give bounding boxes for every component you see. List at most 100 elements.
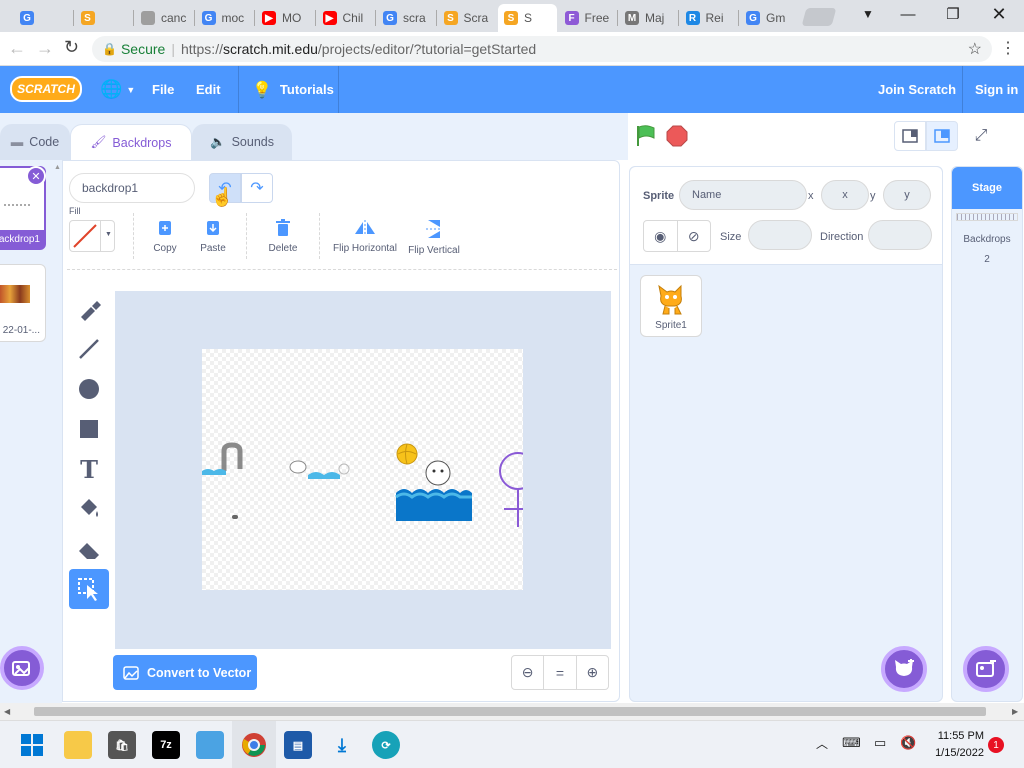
reload-icon[interactable]: ↻: [64, 37, 79, 58]
clock-date[interactable]: 1/15/2022: [926, 747, 984, 759]
size-input[interactable]: [748, 220, 812, 250]
browser-tab[interactable]: G Gm: [740, 4, 799, 32]
control-panel-icon[interactable]: [196, 731, 224, 759]
zoom-in-icon[interactable]: ⊕: [577, 656, 608, 689]
eraser-tool-icon[interactable]: [69, 529, 109, 569]
minimize-button[interactable]: —: [885, 0, 931, 28]
edit-menu[interactable]: Edit: [196, 66, 221, 113]
line-tool-icon[interactable]: [69, 329, 109, 369]
scroll-right-icon[interactable]: ▶: [1012, 707, 1018, 716]
delete-backdrop-icon[interactable]: ✕: [26, 166, 46, 186]
paint-canvas[interactable]: [202, 349, 523, 590]
backdrop-item-2[interactable]: 22-01-...: [0, 264, 46, 342]
browser-tab[interactable]: M Maj: [619, 4, 678, 32]
brush-tool-icon[interactable]: [69, 289, 109, 329]
tab-title: Gm: [766, 11, 786, 25]
browser-tab[interactable]: SS: [498, 4, 557, 32]
notification-badge[interactable]: 1: [988, 737, 1004, 753]
browser-tab[interactable]: Gmoc: [196, 4, 255, 32]
tab-favicon-icon: [141, 11, 155, 25]
new-tab-button[interactable]: [801, 8, 837, 26]
forward-icon[interactable]: →: [36, 38, 54, 59]
costume-name-input[interactable]: backdrop1: [69, 173, 195, 203]
redo-button[interactable]: ↷: [241, 173, 273, 203]
scrollbar-thumb[interactable]: [34, 707, 986, 716]
browser-tab[interactable]: S: [75, 4, 134, 32]
display-icon[interactable]: ▭: [874, 735, 886, 751]
browser-tab[interactable]: R Rei: [680, 4, 739, 32]
zoom-out-icon[interactable]: ⊖: [512, 656, 545, 689]
browser-tab[interactable]: ▶ MO: [256, 4, 315, 32]
sprite-name-input[interactable]: Name: [679, 180, 807, 210]
tab-backdrops[interactable]: 🖌 Backdrops: [70, 124, 192, 160]
direction-input[interactable]: [868, 220, 932, 250]
small-stage-button[interactable]: [894, 121, 926, 151]
show-eye-icon[interactable]: ◉: [644, 221, 678, 251]
backdrop-list: ackdrop1 ✕ 22-01-... ▲: [0, 160, 62, 703]
browser-tab[interactable]: ▶ Chil: [317, 4, 376, 32]
backdrop-item-label: 22-01-...: [2, 325, 40, 336]
sign-in-link[interactable]: Sign in: [975, 66, 1018, 113]
browser-tab[interactable]: canc: [135, 4, 194, 32]
fill-tool-icon[interactable]: [69, 489, 109, 529]
maximize-button[interactable]: ❐: [930, 0, 976, 28]
stage-title[interactable]: Stage: [952, 167, 1022, 209]
sprite-thumbnail-sprite1[interactable]: Sprite1: [640, 275, 702, 337]
url-omnibox[interactable]: 🔒 Secure | https://scratch.mit.edu/proje…: [92, 36, 992, 62]
secure-label: Secure: [120, 41, 166, 57]
paste-button[interactable]: Paste: [193, 219, 233, 254]
browser-tab[interactable]: S Scra: [438, 4, 497, 32]
tutorials-menu[interactable]: 💡 Tutorials: [252, 66, 334, 113]
close-window-button[interactable]: ✕: [976, 0, 1022, 28]
circle-tool-icon[interactable]: [69, 369, 109, 409]
windows-start-icon[interactable]: [18, 731, 46, 759]
bookmark-star-icon[interactable]: ☆: [968, 39, 982, 59]
volume-muted-icon[interactable]: 🔇: [900, 735, 916, 751]
copy-button[interactable]: Copy: [145, 219, 185, 254]
browser-tab[interactable]: Gscra: [377, 4, 436, 32]
green-flag-button[interactable]: [634, 124, 658, 148]
app-icon[interactable]: ⟳: [372, 731, 400, 759]
text-tool-icon[interactable]: T: [69, 449, 109, 489]
x-input[interactable]: x: [821, 180, 869, 210]
convert-to-vector-button[interactable]: Convert to Vector: [113, 655, 257, 690]
browser-tab[interactable]: G: [14, 4, 73, 32]
flip-horizontal-button[interactable]: Flip Horizontal: [329, 219, 401, 254]
join-scratch-link[interactable]: Join Scratch: [878, 66, 956, 113]
y-input[interactable]: y: [883, 180, 931, 210]
select-tool-icon[interactable]: [69, 569, 109, 609]
notepad-icon[interactable]: ▤: [284, 731, 312, 759]
canvas-area[interactable]: [115, 291, 611, 649]
store-icon[interactable]: 🛍: [108, 731, 136, 759]
7zip-icon[interactable]: 7z: [152, 731, 180, 759]
choose-backdrop-button[interactable]: [0, 646, 44, 690]
scratch-logo[interactable]: SCRATCH: [10, 76, 82, 102]
file-explorer-icon[interactable]: [64, 731, 92, 759]
backdrop-item-1[interactable]: ackdrop1 ✕: [0, 166, 46, 250]
keyboard-icon[interactable]: ⌨: [842, 735, 861, 751]
language-globe-icon[interactable]: 🌐 ▼: [100, 66, 135, 113]
chrome-menu-icon[interactable]: ⋮: [1000, 38, 1016, 58]
browser-tab[interactable]: F Free: [559, 4, 618, 32]
choose-backdrop-stage-button[interactable]: [963, 646, 1009, 692]
rectangle-tool-icon[interactable]: [69, 409, 109, 449]
zoom-reset-button[interactable]: =: [544, 656, 577, 689]
fill-color-picker[interactable]: ▼: [69, 220, 115, 252]
flip-vertical-button[interactable]: Flip Vertical: [403, 219, 465, 256]
editor-tabs-row: ▬ Code 🖌 Backdrops 🔈 Sounds: [0, 113, 628, 160]
hide-eye-icon[interactable]: ⊘: [678, 221, 711, 251]
back-icon[interactable]: ←: [8, 38, 26, 59]
delete-button[interactable]: Delete: [261, 219, 305, 254]
stop-button[interactable]: [666, 125, 688, 147]
file-menu[interactable]: File: [152, 66, 174, 113]
clock-time[interactable]: 11:55 PM: [926, 730, 984, 742]
normal-stage-button[interactable]: [926, 121, 958, 151]
fullscreen-icon[interactable]: ⤢: [966, 121, 996, 151]
scroll-left-icon[interactable]: ◀: [4, 707, 10, 716]
tab-sounds[interactable]: 🔈 Sounds: [192, 124, 292, 160]
tray-chevron-up-icon[interactable]: ︿: [816, 735, 828, 752]
downloads-icon[interactable]: ⤓: [328, 731, 356, 759]
choose-sprite-button[interactable]: [881, 646, 927, 692]
tab-code[interactable]: ▬ Code: [0, 124, 70, 160]
horizontal-scrollbar[interactable]: ◀ ▶: [0, 703, 1024, 720]
